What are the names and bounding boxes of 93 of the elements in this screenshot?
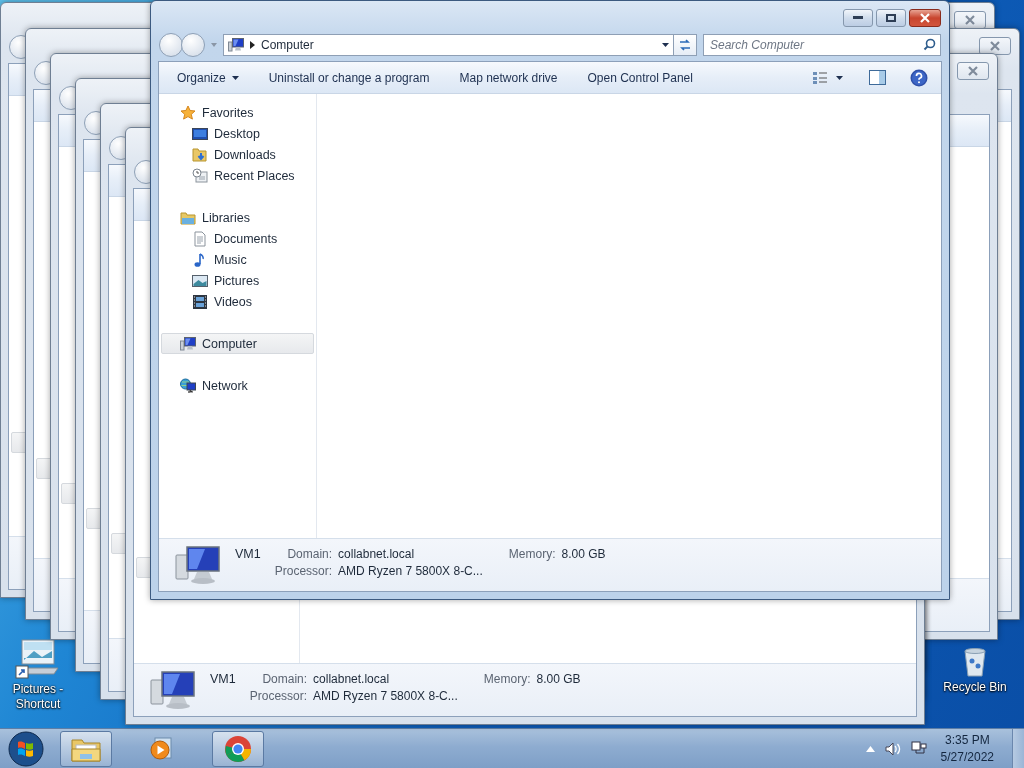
field-value: collabnet.local bbox=[313, 671, 391, 686]
clock-time: 3:35 PM bbox=[944, 731, 990, 749]
computer-name: VM1 bbox=[210, 671, 236, 686]
search-icon[interactable] bbox=[923, 38, 936, 51]
nav-item[interactable]: Pictures bbox=[161, 270, 314, 291]
nav-item[interactable]: Network bbox=[161, 375, 314, 396]
clock[interactable]: 3:35 PM 5/27/2022 bbox=[940, 731, 994, 766]
menu-button[interactable]: Organize bbox=[167, 66, 249, 89]
close-icon bbox=[919, 13, 931, 23]
caret-icon bbox=[836, 75, 843, 80]
minimize-button[interactable] bbox=[843, 9, 873, 27]
help-icon[interactable] bbox=[910, 68, 928, 87]
nav-item[interactable]: Recent Places bbox=[161, 165, 314, 186]
field-value: AMD Ryzen 7 5800X 8-C... bbox=[338, 563, 483, 578]
caret-icon bbox=[662, 43, 669, 47]
caret-icon bbox=[231, 75, 239, 80]
volume-button[interactable] bbox=[884, 741, 901, 756]
network-status-button[interactable] bbox=[910, 740, 927, 757]
address-bar[interactable]: Computer bbox=[223, 34, 674, 56]
back-button[interactable] bbox=[59, 86, 75, 110]
maximize-icon bbox=[886, 14, 896, 22]
document-icon bbox=[192, 230, 208, 247]
file-explorer-button[interactable] bbox=[60, 730, 112, 767]
start-button[interactable] bbox=[6, 728, 46, 768]
back-button[interactable] bbox=[159, 33, 183, 57]
field-label: Processor: bbox=[249, 688, 308, 703]
field-label: Processor: bbox=[274, 563, 333, 578]
field-label: Memory: bbox=[508, 546, 556, 561]
clock-date: 5/27/2022 bbox=[940, 748, 994, 766]
field-label: Domain: bbox=[286, 546, 333, 561]
close-icon bbox=[964, 15, 976, 25]
maximize-button[interactable] bbox=[876, 9, 906, 27]
desktop-icon-label[interactable]: Recycle Bin bbox=[943, 680, 1007, 695]
back-button[interactable] bbox=[84, 111, 100, 135]
back-button[interactable] bbox=[9, 35, 25, 59]
downloads-folder-icon bbox=[192, 146, 208, 163]
preview-pane-icon bbox=[869, 70, 886, 85]
nav-item[interactable]: Music bbox=[161, 249, 314, 270]
field-value: collabnet.local bbox=[338, 546, 416, 561]
speaker-icon bbox=[884, 741, 901, 756]
back-button[interactable] bbox=[134, 160, 150, 184]
view-list-icon bbox=[812, 70, 828, 85]
computer-name: VM1 bbox=[235, 546, 261, 561]
nav-item[interactable]: Libraries bbox=[161, 207, 314, 228]
computer-icon bbox=[228, 37, 244, 53]
close-icon bbox=[989, 41, 1001, 51]
desktop-icon bbox=[192, 125, 208, 142]
close-button[interactable] bbox=[909, 9, 941, 27]
toolbar-button[interactable]: Open Control Panel bbox=[577, 66, 703, 89]
search-field[interactable]: Search Computer bbox=[703, 34, 941, 56]
close-icon bbox=[967, 66, 979, 76]
browser-button[interactable] bbox=[212, 730, 264, 767]
field-label: Memory: bbox=[483, 671, 531, 686]
nav-item[interactable]: Downloads bbox=[161, 144, 314, 165]
start-orb-icon bbox=[8, 730, 44, 767]
picture-shortcut-icon bbox=[14, 636, 62, 680]
picture-icon bbox=[192, 272, 208, 289]
recent-places-icon bbox=[192, 167, 208, 184]
play-icon bbox=[149, 735, 175, 762]
nav-item[interactable]: Documents bbox=[161, 228, 314, 249]
up-arrow-icon bbox=[865, 745, 875, 752]
close-button[interactable] bbox=[979, 37, 1011, 55]
history-caret-icon[interactable] bbox=[211, 43, 217, 47]
toolbar-button[interactable]: Map network drive bbox=[449, 66, 568, 89]
computer-icon bbox=[175, 545, 221, 585]
film-icon bbox=[192, 293, 208, 310]
computer-icon bbox=[150, 670, 196, 710]
refresh-icon bbox=[678, 39, 692, 51]
libraries-folder-icon bbox=[180, 209, 196, 226]
show-desktop-button[interactable] bbox=[1012, 728, 1024, 768]
toolbar-button[interactable]: Uninstall or change a program bbox=[258, 66, 440, 89]
nav-item[interactable]: Videos bbox=[161, 291, 314, 312]
forward-button[interactable] bbox=[181, 33, 205, 57]
network-status-icon bbox=[910, 740, 927, 757]
desktop-icon-label[interactable]: Pictures - Shortcut bbox=[4, 682, 72, 712]
network-icon bbox=[180, 377, 196, 394]
browser-icon bbox=[224, 734, 252, 763]
nav-item[interactable]: Favorites bbox=[161, 102, 314, 123]
nav-item[interactable]: Desktop bbox=[161, 123, 314, 144]
show-hidden-icons-button[interactable] bbox=[865, 745, 875, 752]
minimize-icon bbox=[853, 16, 863, 20]
back-button[interactable] bbox=[34, 61, 50, 85]
field-value: 8.00 GB bbox=[536, 671, 581, 686]
field-value: 8.00 GB bbox=[561, 546, 606, 561]
close-button[interactable] bbox=[954, 11, 986, 29]
refresh-button[interactable] bbox=[673, 34, 697, 56]
field-label: Domain: bbox=[261, 671, 308, 686]
back-button[interactable] bbox=[109, 136, 125, 160]
field-value: AMD Ryzen 7 5800X 8-C... bbox=[313, 688, 458, 703]
computer-icon bbox=[180, 335, 196, 352]
chevron-icon bbox=[250, 41, 255, 49]
nav-item[interactable]: Computer bbox=[161, 333, 314, 354]
star-icon bbox=[180, 104, 196, 121]
